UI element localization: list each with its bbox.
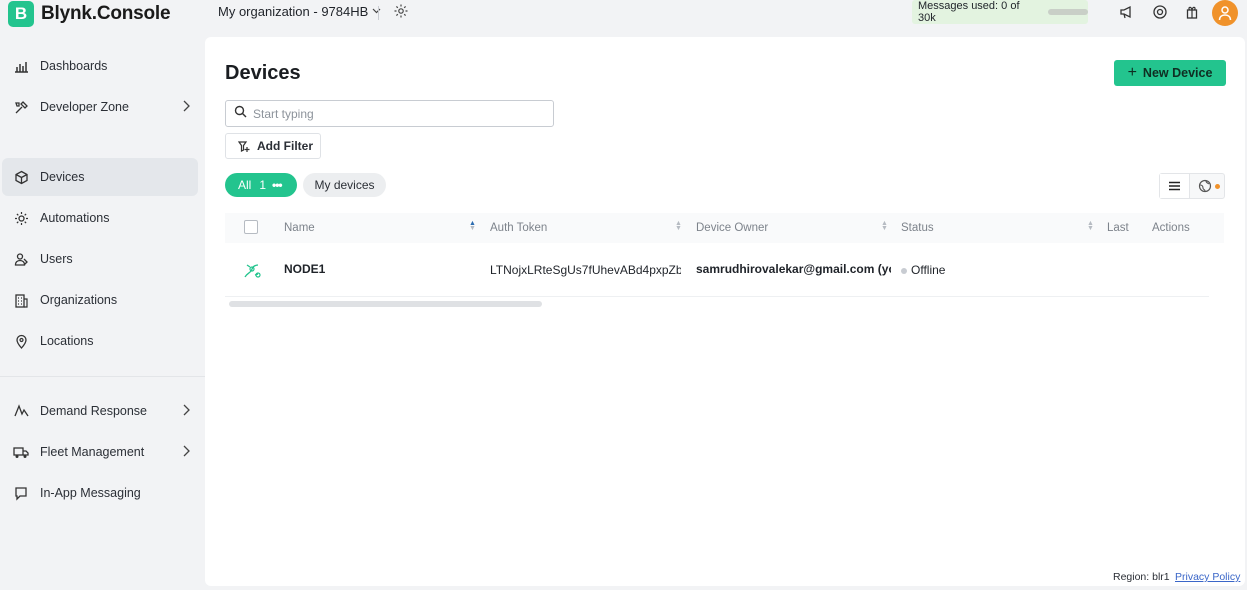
sun-icon [13, 210, 29, 226]
filter-tab-all[interactable]: All 1 ••• [225, 173, 297, 197]
plus-icon: + [1127, 64, 1137, 81]
filter-tab-all-count: 1 [259, 178, 267, 192]
device-auth-token: LTNojxLRteSgUs7fUhevABd4pxpZb3-I [490, 263, 681, 277]
sidebar-item-developer-zone[interactable]: Developer Zone [2, 88, 198, 126]
search-box[interactable] [225, 100, 554, 127]
truck-icon [13, 444, 29, 460]
sidebar-item-label: Automations [40, 211, 110, 225]
sidebar-item-label: Locations [40, 334, 94, 348]
status-dot [901, 267, 907, 274]
horizontal-scrollbar[interactable] [229, 301, 542, 307]
sidebar-item-label: Fleet Management [40, 445, 145, 459]
select-all-checkbox[interactable] [244, 220, 258, 234]
messages-used-text: Messages used: 0 of 30k [918, 0, 1020, 24]
sidebar-item-demand-response[interactable]: Demand Response [2, 392, 198, 430]
sidebar-item-label: Dashboards [40, 59, 108, 73]
organization-selector[interactable]: My organization - 9784HB [218, 4, 381, 19]
logo-mark: B [8, 1, 34, 27]
device-status: Offline [901, 263, 945, 277]
sidebar-item-label: In-App Messaging [40, 486, 141, 500]
filter-icon [238, 140, 251, 153]
column-header-name[interactable]: Name [284, 222, 315, 234]
sidebar-item-users[interactable]: Users [2, 240, 198, 278]
sidebar-item-locations[interactable]: Locations [2, 322, 198, 360]
messages-progress-bar [1048, 9, 1088, 15]
search-icon [234, 105, 247, 123]
message-icon [13, 485, 29, 501]
region-label: Region: blr1 [1113, 571, 1170, 583]
device-name[interactable]: NODE1 [284, 262, 325, 276]
map-view-button[interactable] [1197, 178, 1213, 194]
sidebar-item-automations[interactable]: Automations [2, 199, 198, 237]
chevron-right-icon [183, 99, 190, 115]
megaphone-icon[interactable] [1118, 3, 1136, 21]
column-header-device-owner[interactable]: Device Owner [696, 222, 768, 234]
column-header-auth-token[interactable]: Auth Token [490, 222, 547, 234]
add-filter-button[interactable]: Add Filter [225, 133, 321, 159]
filter-tab-my-devices[interactable]: My devices [303, 173, 386, 197]
sidebar-item-label: Developer Zone [40, 100, 129, 114]
privacy-policy-link-text[interactable]: Privacy Policy [1175, 571, 1240, 583]
cube-icon [13, 169, 29, 185]
chevron-right-icon [183, 444, 190, 460]
more-icon[interactable]: ••• [272, 178, 283, 192]
sidebar-item-label: Demand Response [40, 404, 148, 418]
gear-icon[interactable] [393, 3, 409, 19]
top-bar: B Blynk.Console My organization - 9784HB… [0, 0, 1247, 30]
list-view-button[interactable] [1160, 174, 1190, 198]
filter-tab-my-devices-label: My devices [314, 178, 375, 192]
device-status-label: Offline [911, 263, 946, 277]
device-owner: samrudhirovalekar@gmail.com (yo... [696, 262, 891, 276]
user-avatar[interactable] [1212, 0, 1238, 26]
add-filter-label: Add Filter [257, 139, 313, 153]
sidebar-item-devices[interactable]: Devices [2, 158, 198, 196]
chevron-down-icon [372, 6, 381, 17]
app-logo[interactable]: B Blynk.Console [8, 1, 171, 27]
list-icon [1169, 181, 1180, 191]
privacy-policy-link[interactable]: Privacy Policy [1175, 571, 1240, 583]
device-template-icon [241, 259, 263, 281]
sidebar-item-label: Devices [40, 170, 85, 184]
pulse-icon [13, 403, 29, 419]
building-icon [13, 292, 29, 308]
view-toggle [1159, 173, 1225, 199]
help-icon[interactable] [1151, 3, 1169, 21]
sort-icon[interactable]: ▲ ▼ [675, 220, 682, 232]
sidebar-item-dashboards[interactable]: Dashboards [2, 47, 198, 85]
table-row[interactable]: NODE1 LTNojxLRteSgUs7fUhevABd4pxpZb3-I s… [225, 245, 1209, 297]
page-title: Devices [225, 62, 301, 84]
organization-name: My organization - 9784HB [218, 4, 369, 19]
globe-icon [1198, 179, 1212, 193]
filter-tab-all-label: All [238, 178, 252, 192]
table-header: Name ▲ ▼ Auth Token ▲ ▼ Device Owner ▲ ▼ St… [225, 213, 1224, 243]
gift-icon[interactable] [1183, 3, 1201, 21]
sidebar-divider [0, 376, 205, 377]
main-content: Devices + New Device Add Filter All 1 ••… [205, 37, 1245, 586]
new-device-button[interactable]: + New Device [1114, 60, 1226, 86]
sort-icon[interactable]: ▲ ▼ [881, 220, 888, 232]
sidebar-item-organizations[interactable]: Organizations [2, 281, 198, 319]
sidebar: Dashboards Developer Zone Devices Automa… [0, 42, 205, 590]
new-device-label: New Device [1142, 66, 1213, 80]
search-input[interactable] [253, 106, 533, 121]
bar-chart-icon [13, 58, 29, 74]
tools-icon [13, 99, 29, 115]
map-pin-icon [13, 333, 29, 349]
sort-icon[interactable]: ▲ ▼ [1087, 220, 1094, 232]
chevron-right-icon [183, 403, 190, 419]
column-header-status[interactable]: Status [901, 222, 934, 234]
notification-dot [1215, 184, 1220, 189]
sidebar-item-fleet-management[interactable]: Fleet Management [2, 433, 198, 471]
column-header-actions: Actions [1152, 222, 1190, 234]
users-icon [13, 251, 29, 267]
messages-used-badge[interactable]: Messages used: 0 of 30k [912, 0, 1088, 24]
sidebar-item-label: Organizations [40, 293, 118, 307]
sidebar-item-label: Users [40, 252, 73, 266]
sidebar-item-in-app-messaging[interactable]: In-App Messaging [2, 474, 198, 512]
app-name: Blynk.Console [41, 3, 171, 24]
divider [378, 6, 379, 20]
sort-icon[interactable]: ▲ ▼ [469, 220, 476, 232]
column-header-last[interactable]: Last [1107, 222, 1129, 234]
